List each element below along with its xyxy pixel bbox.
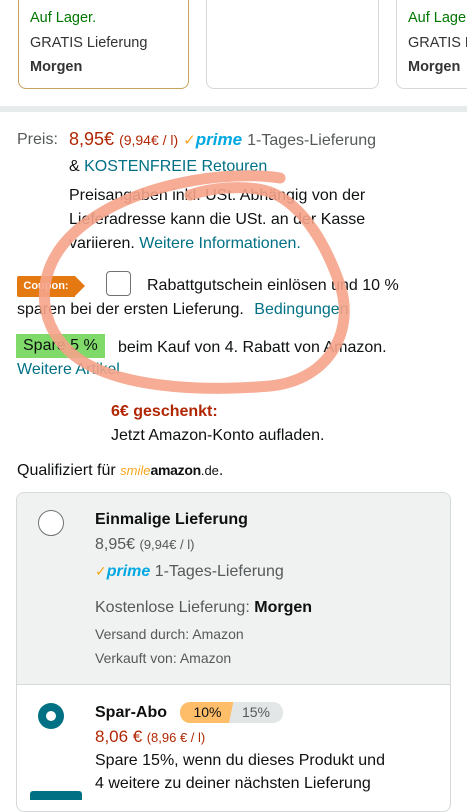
smile-qualified-text: Qualifiziert für	[17, 462, 116, 479]
prime-check-icon: ✓	[183, 132, 196, 149]
coupon-label: Coupon:	[17, 276, 75, 297]
prime-delivery: 1-Tages-Lieferung	[247, 132, 377, 149]
offer-card-1[interactable]: Auf Lager. GRATIS Lieferung Morgen	[18, 0, 189, 89]
price-row: 8,95€ (9,94€ / l) ✓prime 1-Tages-Lieferu…	[69, 128, 376, 152]
discount-pill-15: 15%	[229, 702, 283, 723]
coupon-checkbox[interactable]	[106, 271, 131, 296]
offer-status: Auf Lager.	[30, 10, 97, 26]
one-time-price-row: 8,95€ (9,94€ / l)	[95, 535, 194, 555]
smile-row: Qualifiziert für smileamazon.de.	[17, 460, 223, 481]
offer-card-2[interactable]	[206, 0, 379, 89]
one-time-prime-row: ✓prime 1-Tages-Lieferung	[95, 561, 284, 582]
conditions-link[interactable]: Bedingungen	[254, 301, 348, 318]
one-time-radio[interactable]	[38, 510, 64, 536]
offer-when: Morgen	[30, 59, 83, 75]
offer-status: Auf Lage	[408, 10, 467, 26]
tax-line-2: Lieferadresse kann die USt. an der Kasse	[69, 211, 366, 228]
subscribe-accent-bar	[30, 791, 82, 800]
discount-text: beim Kauf von 4. Rabatt von Amazon.	[118, 339, 387, 356]
one-time-unit: (9,94€ / l)	[139, 537, 195, 552]
discount-pill-10: 10%	[180, 702, 235, 723]
offer-when: Morgen	[408, 59, 461, 75]
prime-check-icon: ✓	[95, 563, 107, 579]
one-time-title: Einmalige Lieferung	[95, 511, 248, 528]
option-divider	[17, 684, 450, 685]
subscribe-title: Spar-Abo	[95, 704, 167, 721]
more-info-link[interactable]: Weitere Informationen.	[139, 235, 301, 252]
free-returns-link[interactable]: KOSTENFREIE Retouren	[84, 158, 267, 175]
more-items-link[interactable]: Weitere Artikel	[17, 360, 120, 380]
offer-card-3[interactable]: Auf Lage GRATIS L Morgen	[396, 0, 467, 89]
gift-text[interactable]: Jetzt Amazon-Konto aufladen.	[111, 426, 324, 446]
offer-shipping: GRATIS L	[408, 35, 467, 51]
free-delivery-row: Kostenlose Lieferung: Morgen	[95, 598, 312, 618]
returns-row: & KOSTENFREIE Retouren	[69, 157, 267, 177]
smile-logo-smile: smile	[120, 463, 151, 478]
subscribe-radio[interactable]	[38, 703, 64, 729]
subscribe-price-row: 8,06 € (8,96 € / l)	[95, 727, 205, 748]
offer-shipping: GRATIS Lieferung	[30, 35, 148, 51]
and-text: &	[69, 158, 80, 175]
smile-logo-amazon: amazon	[150, 462, 202, 478]
spare-badge: Spare 5 %	[16, 334, 105, 358]
tax-line-3: variieren. Weitere Informationen.	[69, 234, 301, 254]
smile-suffix: .	[218, 462, 224, 479]
offer-cards: Auf Lager. GRATIS Lieferung Morgen Auf L…	[0, 0, 467, 100]
prime-logo: prime	[195, 130, 243, 149]
sold-by: Verkauft von: Amazon	[95, 650, 232, 666]
price-value: 8,95€	[69, 129, 115, 149]
prime-logo: prime	[106, 563, 151, 580]
subscribe-price: 8,06 €	[95, 727, 143, 746]
gift-title: 6€ geschenkt:	[111, 403, 218, 420]
shipped-by: Versand durch: Amazon	[95, 626, 244, 642]
coupon-tag-tip	[75, 276, 85, 296]
coupon-text-1: Rabattgutschein einlösen und 10 %	[147, 277, 399, 294]
subscribe-desc-2: 4 weitere zu deiner nächsten Lieferung	[95, 775, 371, 792]
coupon-badge: Coupon:	[17, 276, 85, 297]
section-divider	[0, 106, 467, 112]
free-delivery-label: Kostenlose Lieferung:	[95, 599, 250, 616]
one-time-price: 8,95€	[95, 536, 136, 553]
tax-line-1: Preisangaben inkl. USt. Abhängig von der	[69, 187, 366, 204]
price-unit: (9,94€ / l)	[119, 132, 179, 148]
coupon-text-2-row: sparen bei der ersten Lieferung. Bedingu…	[17, 300, 349, 320]
price-label: Preis:	[17, 131, 58, 148]
subscribe-unit: (8,96 € / l)	[146, 730, 206, 745]
coupon-text-2: sparen bei der ersten Lieferung.	[17, 301, 244, 318]
one-time-delivery: 1-Tages-Lieferung	[154, 563, 284, 580]
subscribe-desc-1: Spare 15%, wenn du dieses Produkt und	[95, 752, 385, 769]
smile-logo-de: .de	[200, 463, 219, 478]
tax-line-3-text: variieren.	[69, 235, 135, 252]
free-delivery-when: Morgen	[254, 599, 313, 616]
